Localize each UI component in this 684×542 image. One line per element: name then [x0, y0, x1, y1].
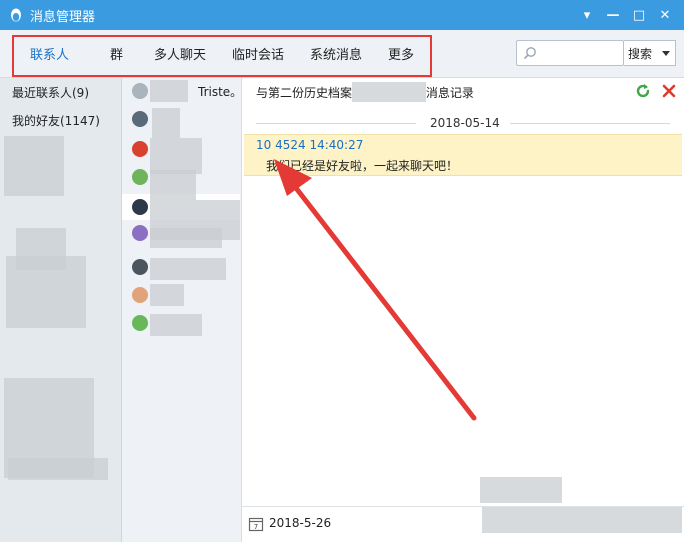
- blurred-region: [150, 80, 188, 102]
- maximize-button[interactable]: □: [626, 3, 652, 27]
- conversation-footer: 7 2018-5-26: [242, 477, 684, 542]
- search-button[interactable]: 搜索: [624, 40, 676, 66]
- close-window-button[interactable]: ✕: [652, 3, 678, 27]
- contact-list: Triste。: [122, 78, 242, 542]
- svg-text:7: 7: [254, 523, 258, 531]
- group-my-friends[interactable]: 我的好友(1147): [12, 112, 100, 129]
- blurred-region: [8, 458, 108, 480]
- blurred-region: [482, 507, 682, 533]
- search-icon: [523, 47, 536, 60]
- group-list: 最近联系人(9) 我的好友(1147): [0, 78, 122, 542]
- date-separator: 2018-05-14: [242, 116, 684, 130]
- blurred-region: [150, 138, 202, 174]
- search-field[interactable]: [516, 40, 624, 66]
- avatar: [132, 225, 148, 241]
- search-input[interactable]: [541, 41, 621, 65]
- avatar: [132, 315, 148, 331]
- avatar: [132, 259, 148, 275]
- message-meta: 10 4524 14:40:27: [256, 138, 364, 152]
- blurred-region: [480, 477, 562, 503]
- conversation-header-suffix: 消息记录: [425, 86, 474, 100]
- message-text: 我们已经是好友啦，一起来聊天吧！: [266, 159, 459, 173]
- qq-penguin-icon: [11, 8, 21, 22]
- avatar: [132, 199, 148, 215]
- blurred-region: [150, 258, 226, 280]
- contact-item[interactable]: [132, 106, 240, 132]
- divider: [510, 123, 670, 124]
- blurred-region: [150, 284, 184, 306]
- avatar: [132, 83, 148, 99]
- blurred-region: [150, 228, 222, 248]
- blurred-region: [150, 314, 202, 336]
- group-recent-contacts[interactable]: 最近联系人(9): [12, 84, 89, 101]
- blurred-region: [352, 82, 426, 102]
- blurred-region: [150, 170, 196, 200]
- delete-icon[interactable]: [660, 82, 678, 100]
- conversation-header-prefix: 与第二份历史档案: [256, 86, 353, 100]
- minimize-button[interactable]: —: [600, 3, 626, 27]
- conversation-pane: 与第二份历史档案 消息记录 2018-05-14 10 4524 14:40:2…: [242, 78, 684, 542]
- avatar: [132, 141, 148, 157]
- options-dropdown-button[interactable]: ▾: [574, 3, 600, 27]
- chevron-down-icon[interactable]: [662, 51, 670, 56]
- annotation-highlight-box: [12, 35, 432, 77]
- calendar-icon[interactable]: 7: [248, 516, 264, 532]
- divider: [256, 123, 416, 124]
- footer-date: 2018-5-26: [269, 516, 332, 530]
- avatar: [132, 169, 148, 185]
- title-bar: 消息管理器 ▾ — □ ✕: [0, 0, 684, 30]
- contact-name: Triste。: [198, 85, 243, 99]
- search-button-label: 搜索: [628, 46, 653, 61]
- blurred-region: [4, 136, 64, 196]
- avatar: [132, 287, 148, 303]
- date-separator-text: 2018-05-14: [430, 116, 500, 130]
- blurred-region: [152, 108, 180, 138]
- blurred-region: [6, 256, 86, 328]
- message-item: 10 4524 14:40:27 我们已经是好友啦，一起来聊天吧！: [244, 134, 682, 176]
- avatar: [132, 111, 148, 127]
- contact-item[interactable]: [132, 282, 240, 308]
- refresh-icon[interactable]: [634, 82, 652, 100]
- window-title: 消息管理器: [30, 9, 96, 25]
